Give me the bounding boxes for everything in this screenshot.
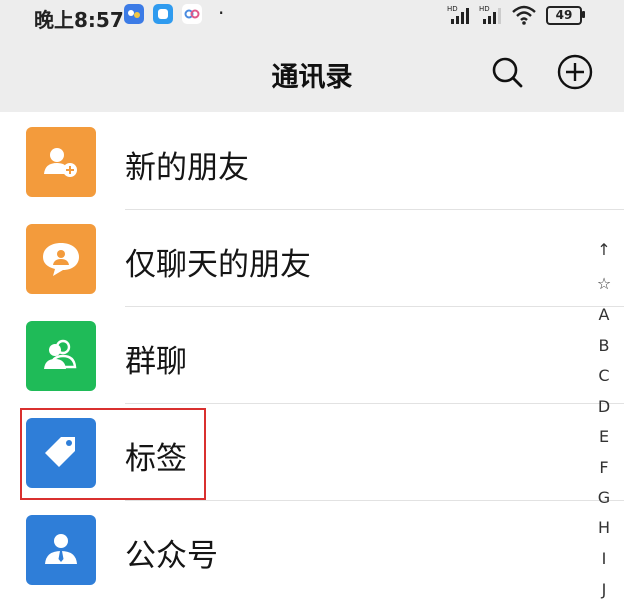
index-b[interactable]: B xyxy=(591,336,617,355)
page-title: 通讯录 xyxy=(271,62,353,93)
index-h[interactable]: H xyxy=(591,518,617,537)
baidu-app-icon xyxy=(124,4,144,24)
group-chat-icon xyxy=(26,321,96,391)
chat-only-icon xyxy=(26,224,96,294)
status-bar: 晚上8:57 · HD HD 49 xyxy=(0,0,624,32)
list-item-group-chats[interactable]: 群聊 xyxy=(0,307,596,404)
svg-text:HD: HD xyxy=(447,5,458,13)
add-circle-icon xyxy=(557,54,593,90)
index-star[interactable]: ☆ xyxy=(591,274,617,293)
list-item-label: 群聊 xyxy=(125,344,187,380)
alphabet-index-bar[interactable]: ↑ ☆ A B C D E F G H I J xyxy=(591,240,617,603)
list-item-new-friends[interactable]: 新的朋友 xyxy=(0,112,596,209)
index-j[interactable]: J xyxy=(591,580,617,599)
search-button[interactable] xyxy=(487,52,527,92)
index-e[interactable]: E xyxy=(591,427,617,446)
battery-tip xyxy=(582,11,585,18)
index-up[interactable]: ↑ xyxy=(591,240,617,259)
index-g[interactable]: G xyxy=(591,488,617,507)
signal-hd-icon: HD xyxy=(447,5,469,24)
list-item-label: 仅聊天的朋友 xyxy=(125,247,311,283)
index-c[interactable]: C xyxy=(591,366,617,385)
add-button[interactable] xyxy=(555,52,595,92)
status-dot: · xyxy=(218,1,225,25)
list-item-label: 公众号 xyxy=(125,538,218,574)
official-account-icon xyxy=(26,515,96,585)
signal-hd-icon: HD xyxy=(479,5,501,24)
search-icon xyxy=(492,57,523,88)
index-i[interactable]: I xyxy=(591,549,617,568)
list-item-official-accounts[interactable]: 公众号 xyxy=(0,501,596,598)
battery-icon: 49 xyxy=(546,6,582,25)
status-time: 晚上8:57 xyxy=(34,8,124,32)
highlight-annotation xyxy=(20,408,206,500)
list-item-chat-only-friends[interactable]: 仅聊天的朋友 xyxy=(0,210,596,307)
infinity-app-icon xyxy=(182,4,202,24)
list-item-label: 新的朋友 xyxy=(125,150,249,186)
wifi-icon xyxy=(512,5,536,25)
index-d[interactable]: D xyxy=(591,397,617,416)
index-f[interactable]: F xyxy=(591,458,617,477)
index-a[interactable]: A xyxy=(591,305,617,324)
chat-app-icon xyxy=(153,4,173,24)
top-bar: 晚上8:57 · HD HD 49 通讯录 xyxy=(0,0,624,112)
add-friend-icon xyxy=(26,127,96,197)
svg-text:HD: HD xyxy=(479,5,490,13)
right-margin xyxy=(624,0,640,603)
